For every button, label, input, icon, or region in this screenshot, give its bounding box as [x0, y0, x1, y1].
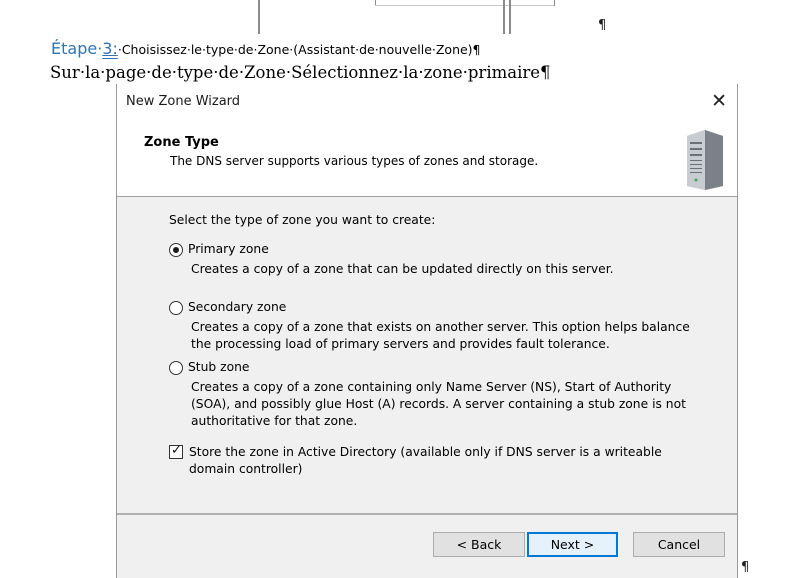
server-icon — [687, 130, 723, 190]
wizard-body: Select the type of zone you want to crea… — [117, 197, 737, 513]
step-heading-prefix: Étape· — [51, 39, 103, 58]
checkmark-icon: ✓ — [171, 443, 182, 458]
next-button[interactable]: Next > — [527, 532, 618, 557]
dialog-title: New Zone Wizard — [126, 94, 241, 109]
stub-zone-description: Creates a copy of a zone containing only… — [191, 380, 686, 428]
page-title: Zone Type — [144, 135, 219, 150]
primary-zone-label[interactable]: Primary zone — [188, 242, 269, 256]
wizard-footer: < Back Next > Cancel — [117, 515, 737, 578]
step-heading: Étape·3:·Choisissez·le·type·de·Zone·(Ass… — [51, 39, 481, 58]
step-instruction: Sur·la·page·de·type·de·Zone·Sélectionnez… — [50, 63, 551, 82]
stub-zone-radio[interactable] — [169, 361, 183, 375]
page-description: The DNS server supports various types of… — [170, 154, 539, 168]
zone-type-prompt: Select the type of zone you want to crea… — [169, 213, 436, 227]
store-ad-checkbox[interactable]: ✓ — [169, 443, 183, 459]
stub-zone-label[interactable]: Stub zone — [188, 360, 249, 374]
store-ad-label[interactable]: Store the zone in Active Directory (avai… — [189, 444, 709, 478]
fragment-line — [375, 5, 555, 6]
back-button[interactable]: < Back — [433, 532, 525, 557]
secondary-zone-radio[interactable] — [169, 301, 183, 315]
step-heading-text: ·Choisissez·le·type·de·Zone·(Assistant·d… — [117, 42, 481, 57]
secondary-zone-description: Creates a copy of a zone that exists on … — [191, 320, 690, 351]
fragment-line — [509, 0, 511, 34]
pilcrow-mark: ¶ — [598, 18, 607, 33]
cancel-button[interactable]: Cancel — [633, 532, 725, 557]
previous-image-fragment: ¶ — [0, 0, 786, 36]
dialog-titlebar: New Zone Wizard ✕ — [117, 84, 737, 120]
fragment-line — [503, 0, 505, 34]
fragment-line — [554, 0, 555, 6]
step-heading-number: 3: — [102, 39, 118, 58]
primary-zone-description: Creates a copy of a zone that can be upd… — [191, 262, 614, 276]
radio-selected-dot — [173, 247, 179, 253]
pilcrow-mark: ¶ — [741, 560, 750, 575]
wizard-header: Zone Type The DNS server supports variou… — [117, 120, 737, 196]
primary-zone-radio[interactable] — [169, 243, 183, 257]
close-icon[interactable]: ✕ — [711, 90, 727, 112]
secondary-zone-label[interactable]: Secondary zone — [188, 300, 286, 314]
new-zone-wizard-dialog: New Zone Wizard ✕ Zone Type The DNS serv… — [116, 84, 738, 578]
fragment-line — [258, 0, 260, 34]
